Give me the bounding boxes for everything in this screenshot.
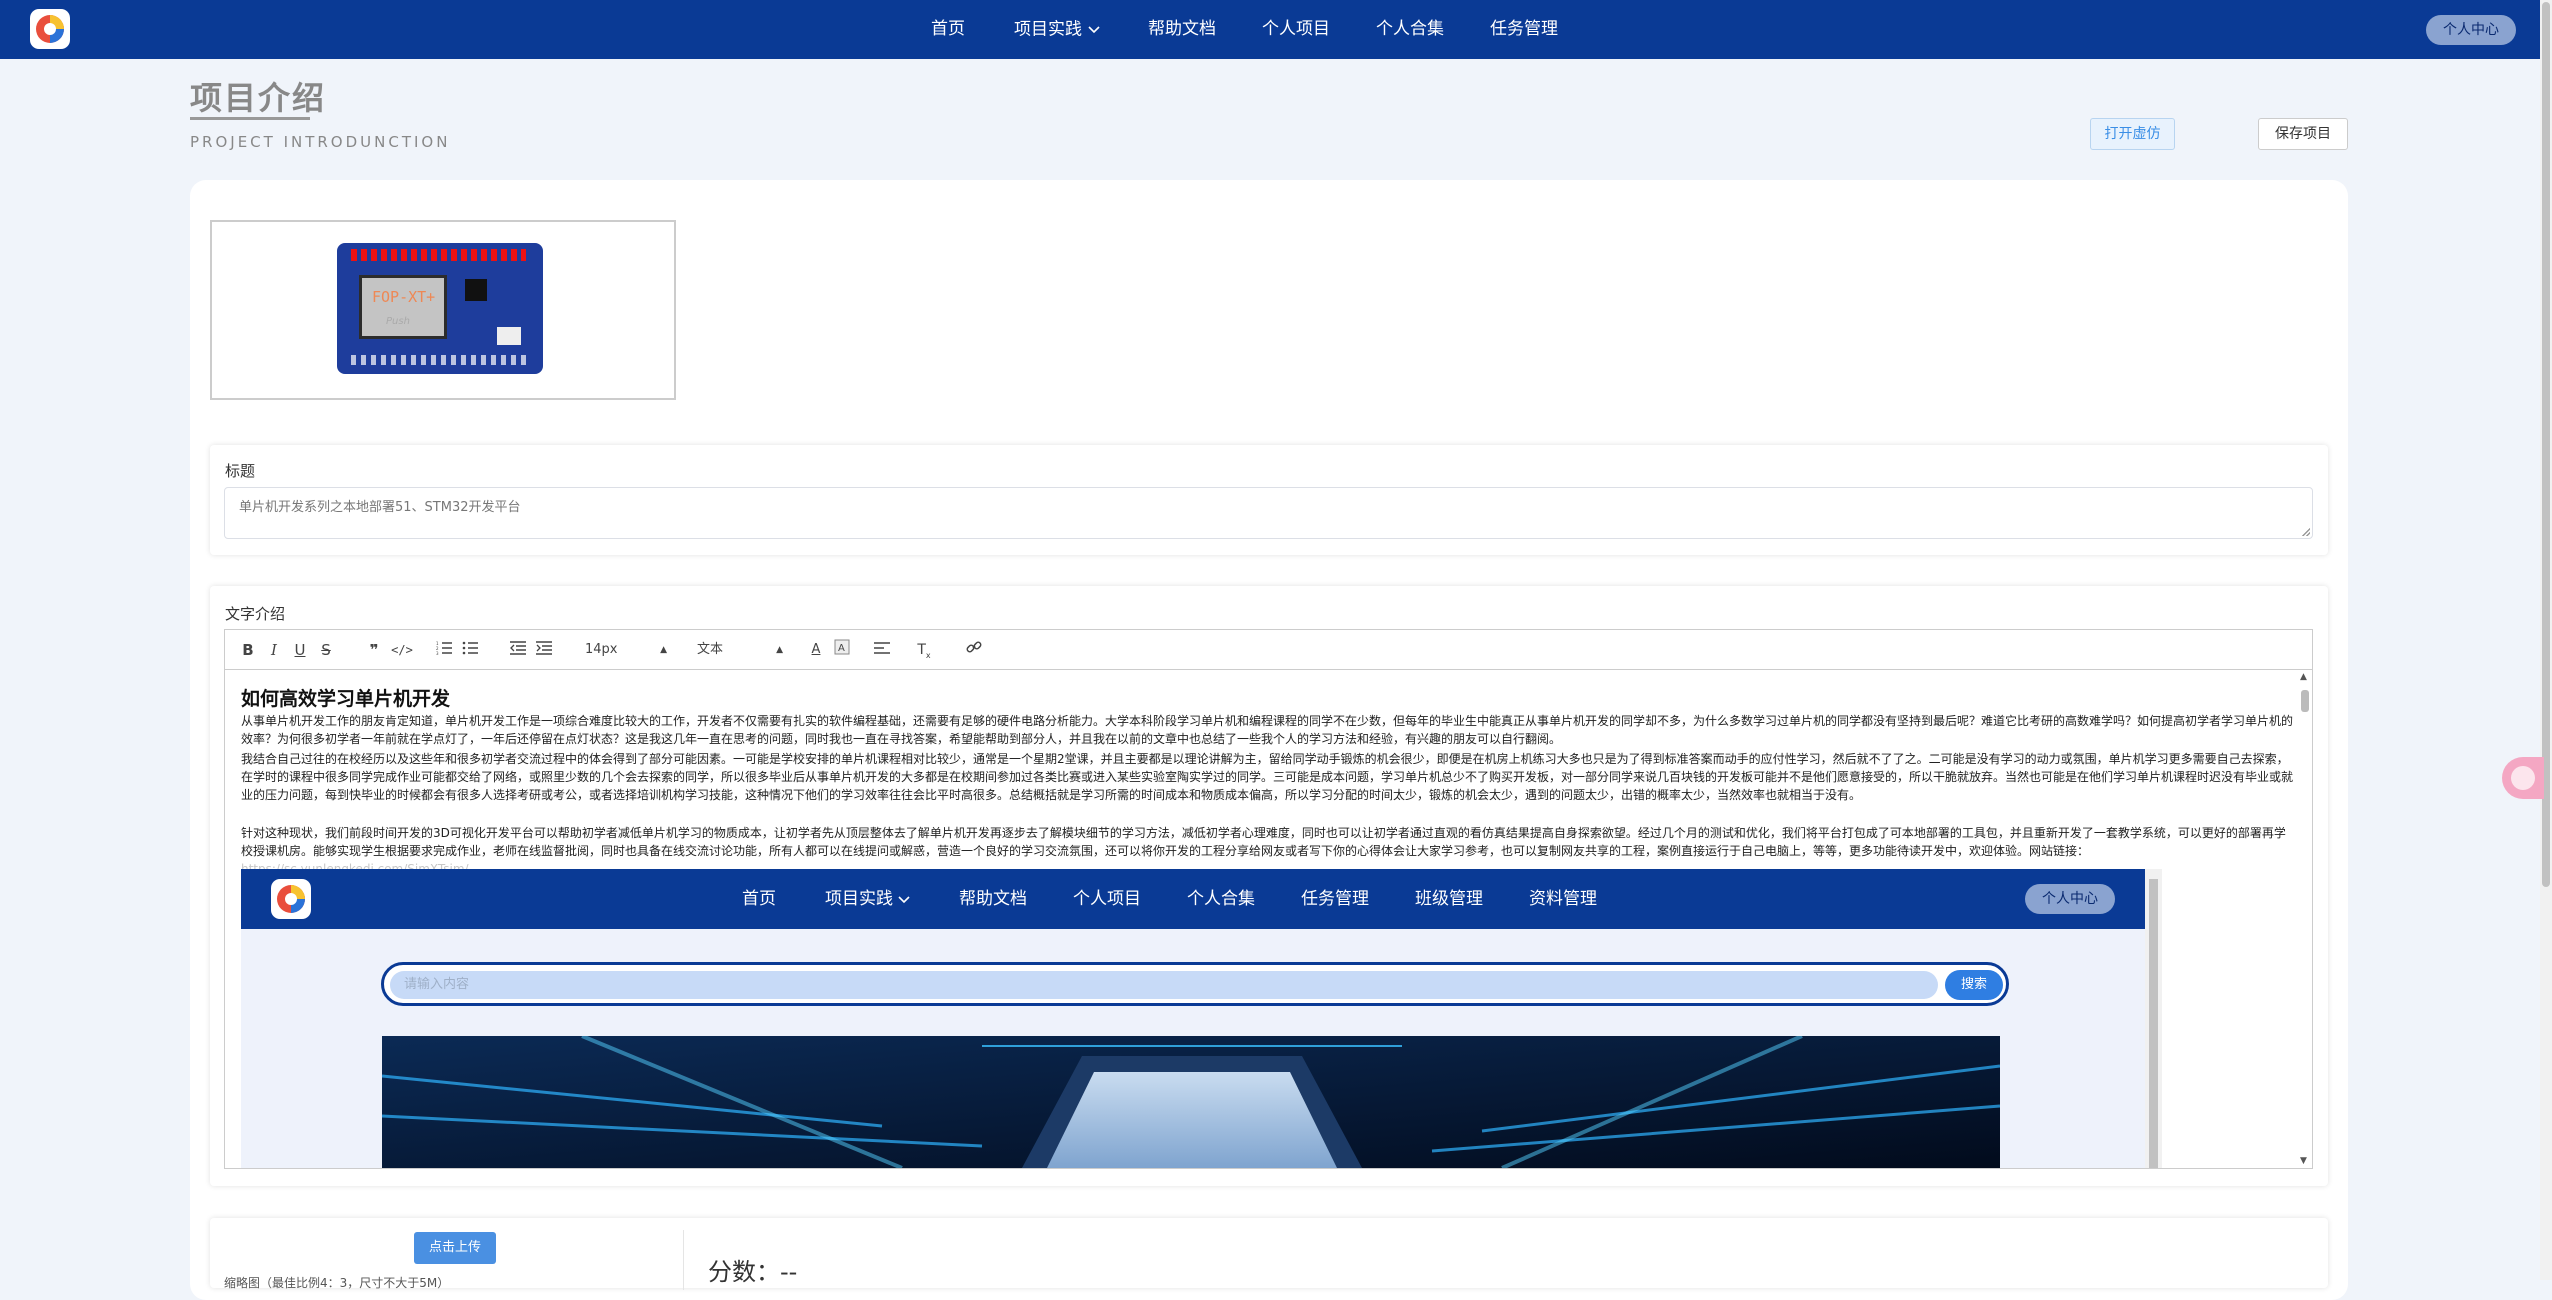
embed-search-input: 请输入内容 [390,971,1938,999]
upload-hint: 缩略图（最佳比例4：3，尺寸不大于5M） [224,1276,450,1290]
dev-board-image: FOP-XT+ Push [337,243,543,374]
font-color-icon[interactable]: A [807,638,825,662]
project-cover-image[interactable]: FOP-XT+ Push [210,220,676,400]
block-type-value: 文本 [697,642,724,657]
indent-icon[interactable] [535,638,553,662]
embed-nav-item: 班级管理 [1415,889,1483,909]
embed-chip-banner-image [382,1036,2000,1168]
embed-user-button: 个人中心 [2025,884,2115,914]
embed-scrollbar-thumb [2149,879,2158,1168]
embed-nav-item: 个人项目 [1073,889,1141,909]
translate-float-icon-inner [2511,766,2535,790]
clear-format-icon[interactable]: Tx [915,638,933,662]
score-label: 分数：-- [708,1258,798,1286]
blockquote-icon[interactable]: ❞ [365,638,383,662]
board-text: FOP-XT+ [372,288,436,306]
board-pin-header [351,249,526,261]
chevron-down-icon [898,889,910,909]
embed-nav-item: 任务管理 [1301,889,1369,909]
resize-grip-icon[interactable] [2302,528,2310,536]
title-field-label: 标题 [225,462,256,480]
editor-scrollbar[interactable]: ▲ ▼ [2298,670,2312,1168]
board-lcd: FOP-XT+ Push [359,275,447,339]
board-subtext: Push [386,316,410,327]
select-arrows-icon: ▲ [776,645,783,655]
title-underline [190,117,310,120]
align-icon[interactable] [873,638,891,662]
title-textarea-value: 单片机开发系列之本地部署51、STM32开发平台 [239,500,521,515]
svg-text:3: 3 [436,651,439,655]
open-simulation-button[interactable]: 打开虚仿 [2090,118,2175,150]
upload-panel [210,1218,2328,1288]
embed-nav-item-label: 项目实践 [825,889,893,909]
nav-personal-projects[interactable]: 个人项目 [1262,0,1330,59]
content-paragraph-3-text: 针对这种现状，我们前段时间开发的3D可视化开发平台可以帮助初学者减低单片机学习的… [241,826,2286,858]
embed-nav-item: 资料管理 [1529,889,1597,909]
nav-project-practice[interactable]: 项目实践 [1014,0,1100,59]
embed-scrollbar [2145,869,2162,1168]
embed-nav-item: 项目实践 [825,869,910,929]
code-icon[interactable]: </> [391,638,413,662]
chevron-down-icon [1088,0,1100,59]
bullet-list-icon[interactable] [461,638,479,662]
embed-nav: 首页 项目实践 帮助文档 个人项目 个人合集 任务管理 班级管理 资料管理 个人… [241,869,2145,929]
translate-float-icon[interactable] [2502,757,2544,799]
ordered-list-icon[interactable]: 123 [435,638,453,662]
upload-button[interactable]: 点击上传 [414,1232,496,1264]
embedded-screenshot: 首页 项目实践 帮助文档 个人项目 个人合集 任务管理 班级管理 资料管理 个人… [241,869,2162,1168]
page-title: 项目介绍 [190,79,327,117]
block-type-select[interactable]: 文本 ▲ [697,638,783,662]
link-icon[interactable] [965,638,983,662]
select-arrows-icon: ▲ [660,645,667,655]
embed-search-button: 搜索 [1945,970,2003,1000]
editor-scrollbar-thumb[interactable] [2301,690,2309,712]
strikethrough-icon[interactable]: S [317,638,335,662]
editor-toolbar: B I U S ❞ </> 123 14px ▲ 文本 ▲ A A Tx [225,630,2312,670]
page-scrollbar[interactable] [2540,0,2552,1280]
top-nav: 首页 项目实践 帮助文档 个人项目 个人合集 任务管理 个人中心 [0,0,2540,59]
save-project-button[interactable]: 保存项目 [2258,118,2348,150]
background-color-icon[interactable]: A [833,638,851,662]
content-paragraph-1: 从事单片机开发工作的朋友肯定知道，单片机开发工作是一项综合难度比较大的工作，开发… [241,714,2294,746]
app-logo-icon[interactable] [30,9,70,49]
nav-personal-collections[interactable]: 个人合集 [1376,0,1444,59]
embed-logo-icon [271,879,311,919]
intro-label: 文字介绍 [225,605,286,623]
rich-text-editor: B I U S ❞ </> 123 14px ▲ 文本 ▲ A A Tx 如何高… [224,629,2313,1169]
nav-home[interactable]: 首页 [931,0,965,59]
nav-help-docs[interactable]: 帮助文档 [1148,0,1216,59]
font-size-value: 14px [585,642,618,657]
content-heading: 如何高效学习单片机开发 [241,688,451,710]
board-pin-header-bottom [351,355,526,365]
user-center-button[interactable]: 个人中心 [2426,15,2516,45]
editor-content[interactable]: 如何高效学习单片机开发 从事单片机开发工作的朋友肯定知道，单片机开发工作是一项综… [225,670,2312,1168]
panel-divider [683,1230,684,1290]
nav-task-management[interactable]: 任务管理 [1490,0,1558,59]
page-scrollbar-thumb[interactable] [2542,2,2550,887]
title-textarea[interactable]: 单片机开发系列之本地部署51、STM32开发平台 [224,487,2313,539]
embed-nav-item: 帮助文档 [959,889,1027,909]
nav-project-practice-label: 项目实践 [1014,19,1082,40]
underline-icon[interactable]: U [291,638,309,662]
outdent-icon[interactable] [509,638,527,662]
content-paragraph-2: 我结合自己过往的在校经历以及这些年和很多初学者交流过程中的体会得到了部分可能因素… [241,752,2294,802]
page-subtitle: PROJECT INTRODUNCTION [190,133,451,151]
embed-search-bar: 请输入内容 搜索 [381,962,2009,1006]
font-size-select[interactable]: 14px ▲ [585,638,667,662]
svg-text:A: A [838,643,845,654]
scroll-up-icon[interactable]: ▲ [2300,672,2307,682]
bold-icon[interactable]: B [239,638,257,662]
italic-icon[interactable]: I [265,638,283,662]
embed-nav-item: 个人合集 [1187,889,1255,909]
board-module [497,327,521,345]
embed-nav-item: 首页 [742,889,776,909]
board-chip [465,279,487,301]
scroll-down-icon[interactable]: ▼ [2300,1156,2307,1166]
